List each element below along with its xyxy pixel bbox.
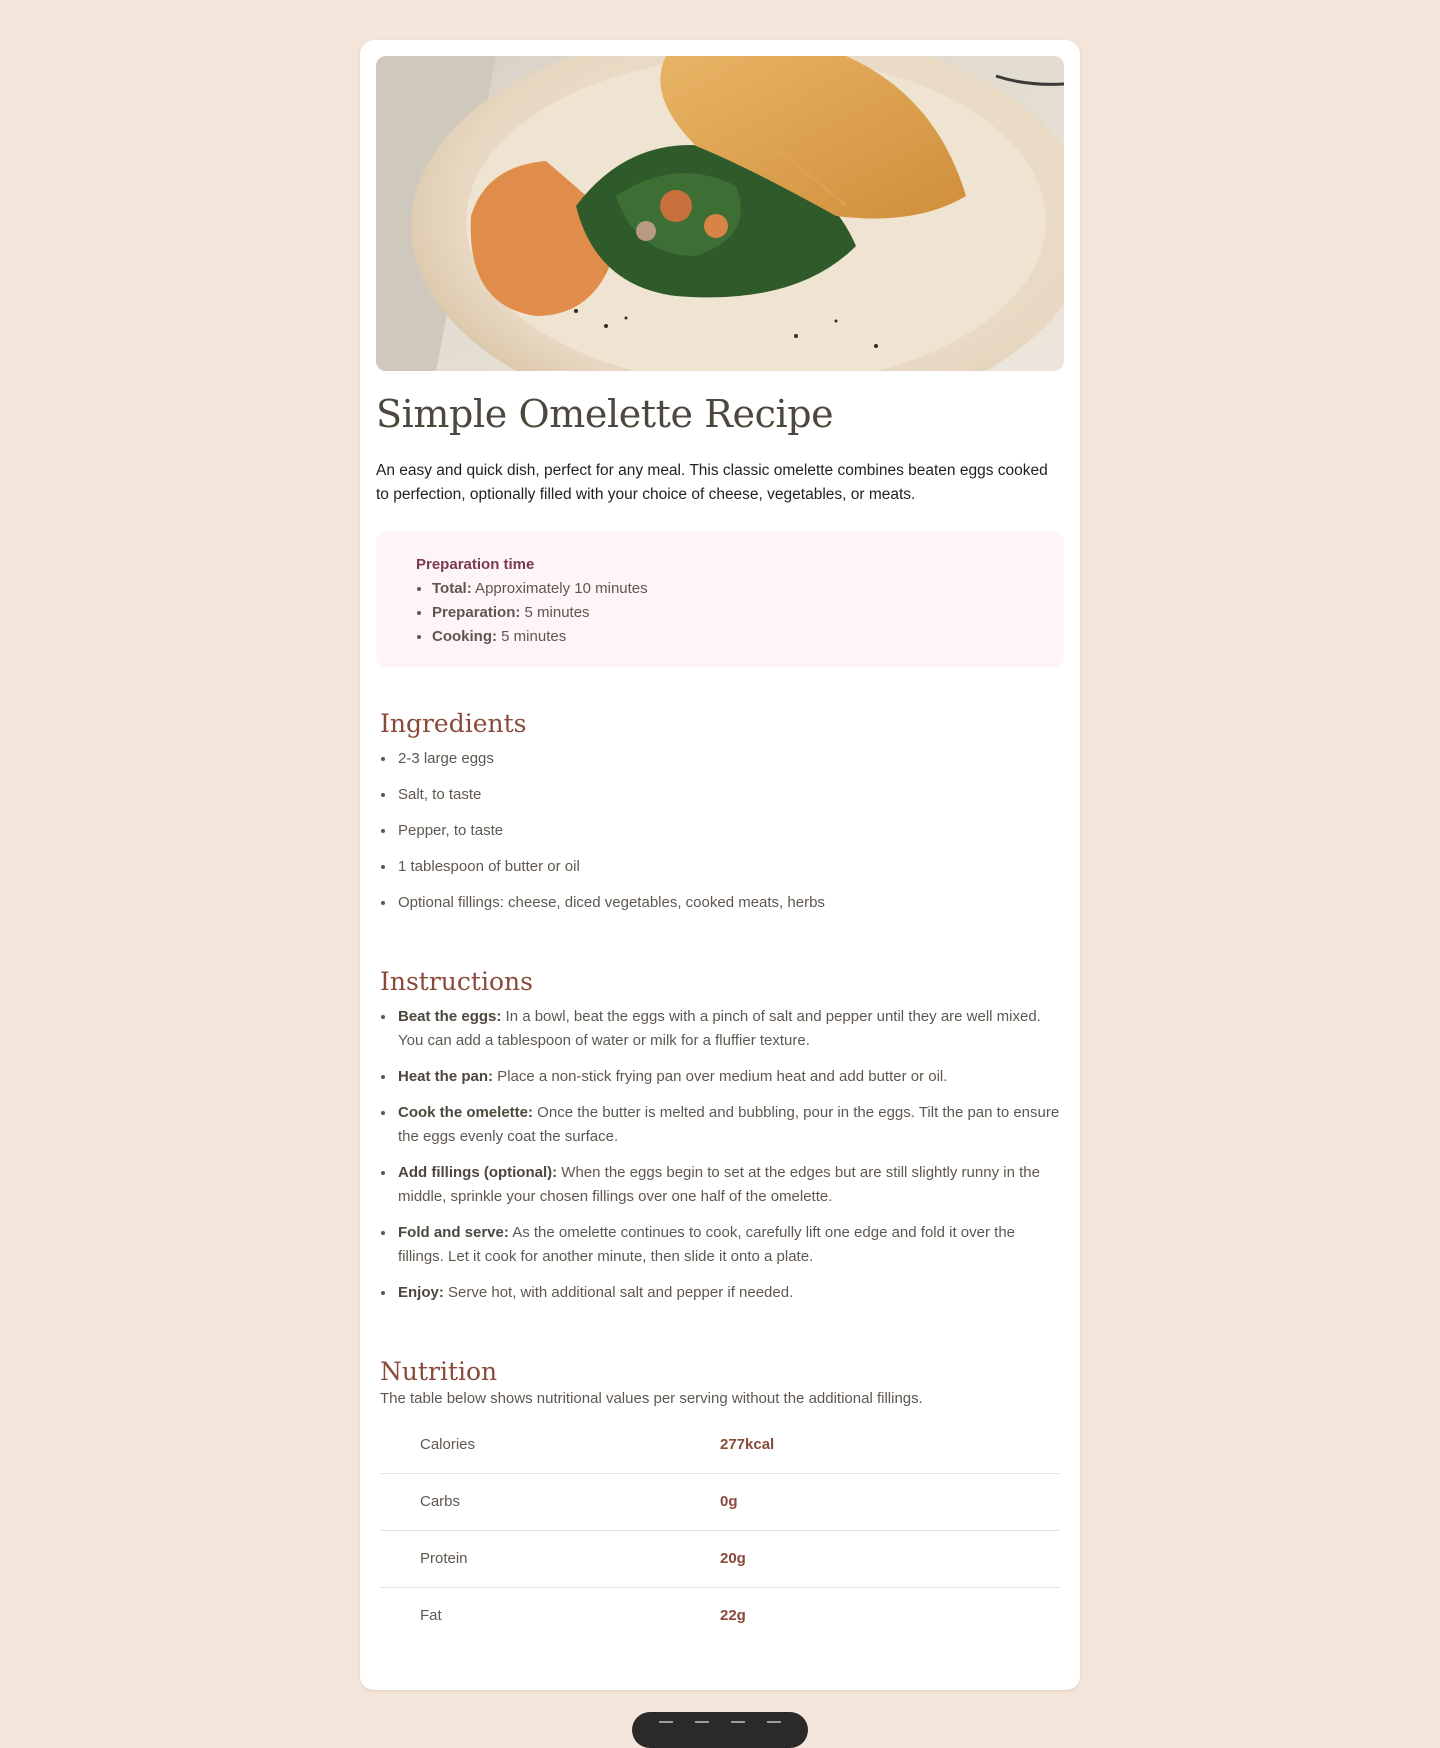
recipe-card: Simple Omelette Recipe An easy and quick… — [360, 40, 1080, 1690]
instruction-label: Heat the pan: — [398, 1067, 494, 1085]
ingredient-item: Salt, to taste — [396, 783, 1064, 807]
toolbar-icon-1[interactable] — [659, 1721, 673, 1733]
prep-item: Cooking: 5 minutes — [432, 625, 1024, 649]
prep-item-text: 5 minutes — [520, 603, 590, 621]
prep-item: Preparation: 5 minutes — [432, 601, 1024, 625]
instruction-item: Add fillings (optional): When the eggs b… — [396, 1161, 1064, 1209]
instruction-label: Add fillings (optional): — [398, 1163, 558, 1181]
instruction-text: Serve hot, with additional salt and pepp… — [443, 1283, 794, 1301]
preparation-time-title: Preparation time — [416, 555, 535, 573]
preparation-time-list: Total: Approximately 10 minutes Preparat… — [416, 577, 1024, 649]
toolbar-icon-3[interactable] — [731, 1721, 745, 1733]
prep-item-label: Preparation: — [432, 603, 521, 621]
nutrient-label: Protein — [380, 1529, 720, 1588]
instructions-list: Beat the eggs: In a bowl, beat the eggs … — [380, 1005, 1064, 1305]
ingredient-item: 2-3 large eggs — [396, 747, 1064, 771]
nutrient-value: 277kcal — [720, 1436, 775, 1454]
instruction-item: Fold and serve: As the omelette continue… — [396, 1221, 1064, 1269]
toolbar-icon-4[interactable] — [767, 1721, 781, 1733]
ingredients-heading: Ingredients — [380, 708, 527, 738]
prep-item-label: Cooking: — [432, 627, 497, 645]
instructions-section: Instructions Beat the eggs: In a bowl, b… — [376, 967, 1064, 1305]
nutrition-note: The table below shows nutritional values… — [380, 1389, 923, 1407]
nutrient-label: Carbs — [380, 1472, 720, 1531]
prep-item: Total: Approximately 10 minutes — [432, 577, 1024, 601]
instruction-label: Cook the omelette: — [398, 1103, 534, 1121]
omelette-photo — [376, 56, 1064, 371]
nutrition-table: Calories 277kcal Carbs 0g Protein 20g Fa… — [380, 1417, 1060, 1644]
ingredient-item: Optional fillings: cheese, diced vegetab… — [396, 891, 1064, 915]
prep-item-text: 5 minutes — [497, 627, 567, 645]
floating-toolbar[interactable] — [632, 1712, 808, 1748]
page-title: Simple Omelette Recipe — [376, 392, 834, 436]
table-row: Fat 22g — [380, 1586, 1060, 1644]
table-row: Calories 277kcal — [380, 1417, 1060, 1474]
instruction-label: Fold and serve: — [398, 1223, 509, 1241]
nutrient-label: Calories — [420, 1436, 476, 1454]
ingredient-item: 1 tablespoon of butter or oil — [396, 855, 1064, 879]
nutrition-section: Nutrition The table below shows nutritio… — [376, 1357, 1064, 1644]
table-row: Carbs 0g — [380, 1472, 1060, 1531]
prep-item-text: Approximately 10 minutes — [471, 579, 648, 597]
instruction-label: Beat the eggs: — [398, 1007, 502, 1025]
prep-item-label: Total: — [432, 579, 472, 597]
instruction-item: Beat the eggs: In a bowl, beat the eggs … — [396, 1005, 1064, 1053]
instructions-heading: Instructions — [380, 966, 533, 996]
nutrition-heading: Nutrition — [380, 1356, 498, 1386]
toolbar-icon-2[interactable] — [695, 1721, 709, 1733]
preparation-time-box: Preparation time Total: Approximately 10… — [376, 530, 1064, 667]
nutrient-value: 22g — [720, 1586, 1060, 1644]
instruction-item: Enjoy: Serve hot, with additional salt a… — [396, 1281, 1064, 1305]
instruction-label: Enjoy: — [398, 1283, 444, 1301]
nutrient-value: 0g — [720, 1472, 1060, 1531]
ingredients-section: Ingredients 2-3 large eggs Salt, to tast… — [376, 709, 1064, 915]
instruction-item: Heat the pan: Place a non-stick frying p… — [396, 1065, 1064, 1089]
nutrient-value: 20g — [720, 1529, 1060, 1588]
instruction-item: Cook the omelette: Once the butter is me… — [396, 1101, 1064, 1149]
instruction-text: Place a non-stick frying pan over medium… — [493, 1067, 948, 1085]
ingredient-item: Pepper, to taste — [396, 819, 1064, 843]
recipe-intro: An easy and quick dish, perfect for any … — [376, 461, 1048, 503]
ingredients-list: 2-3 large eggs Salt, to taste Pepper, to… — [380, 747, 1064, 915]
nutrient-label: Fat — [380, 1586, 720, 1644]
table-row: Protein 20g — [380, 1529, 1060, 1588]
